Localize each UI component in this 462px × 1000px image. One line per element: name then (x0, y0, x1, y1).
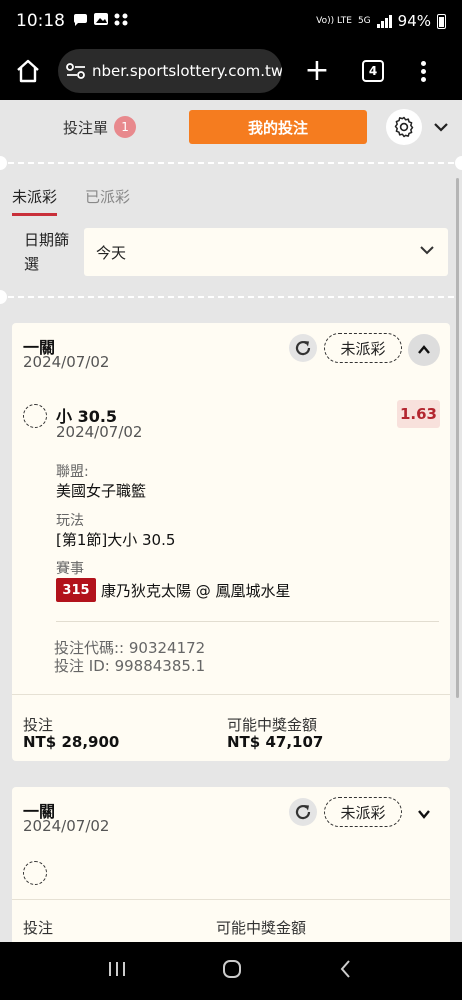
payout-label: 可能中獎金額 (216, 919, 307, 937)
date-filter-select[interactable]: 今天 (84, 228, 448, 276)
collapse-card-button[interactable] (408, 334, 440, 366)
match-label: 賽事 (56, 561, 84, 577)
bet-id: 投注 ID: 99884385.1 (54, 657, 206, 675)
date-filter-label: 日期篩選 (24, 231, 70, 273)
home-icon (17, 59, 39, 83)
play-value: [第1節]大小 30.5 (56, 531, 176, 549)
settings-button[interactable] (386, 109, 422, 145)
expand-card-button[interactable] (408, 798, 440, 830)
league-label: 聯盟: (56, 464, 89, 480)
select-bet-checkbox[interactable] (23, 861, 47, 885)
recent-apps-button[interactable] (106, 959, 128, 983)
top-nav: 投注單 1 我的投注 (0, 100, 462, 156)
stake-label: 投注 (23, 716, 54, 734)
chevron-down-icon (434, 123, 448, 132)
home-button[interactable] (10, 53, 46, 89)
bet-date: 2024/07/02 (23, 353, 110, 371)
betslip-label: 投注單 (63, 118, 109, 137)
system-nav-bar (0, 942, 462, 1000)
tab-settled[interactable]: 已派彩 (85, 186, 130, 216)
home-circle-icon (223, 960, 241, 978)
status-bar: 10:18 Vo)) LTE 5G 94% (0, 0, 462, 42)
scrollbar[interactable] (456, 178, 459, 698)
volte-indicator: Vo)) LTE (316, 15, 352, 26)
overflow-menu-button[interactable] (418, 60, 428, 82)
betslip-tab[interactable]: 投注單 1 (63, 116, 137, 138)
recents-icon (109, 962, 125, 976)
refresh-button[interactable] (289, 798, 317, 826)
match-number-badge: 315 (56, 578, 96, 602)
site-settings-icon[interactable] (66, 62, 86, 80)
back-button[interactable] (336, 958, 356, 984)
gear-icon (394, 116, 414, 138)
tab-switcher-button[interactable]: 4 (362, 60, 384, 82)
new-tab-button[interactable]: + (302, 56, 332, 86)
status-badge: 未派彩 (324, 797, 402, 827)
page-content: 投注單 1 我的投注 未派彩 已派彩 日期篩選 今天 一關 2024/07/02… (0, 100, 462, 942)
chevron-down-icon (418, 810, 430, 819)
my-bets-button[interactable]: 我的投注 (189, 110, 367, 144)
date-filter: 日期篩選 今天 (24, 228, 448, 276)
pick-date: 2024/07/02 (56, 423, 143, 441)
stake-value: NT$ 28,900 (23, 733, 120, 751)
payout-label: 可能中獎金額 (227, 716, 318, 734)
chevron-up-icon (418, 345, 430, 354)
bet-card: 一關 2024/07/02 未派彩 小 30.5 2024/07/02 1.63… (12, 323, 450, 761)
odds-badge: 1.63 (397, 400, 440, 428)
refresh-button[interactable] (289, 334, 317, 362)
network-5g-indicator: 5G (357, 15, 371, 26)
status-badge: 未派彩 (324, 333, 402, 363)
battery-icon (437, 13, 446, 29)
battery-percent: 94% (397, 12, 431, 30)
collapse-header-button[interactable] (432, 118, 450, 140)
date-filter-value: 今天 (96, 243, 127, 262)
refresh-icon (295, 340, 311, 356)
payout-value: NT$ 47,107 (227, 733, 324, 751)
chevron-down-icon (418, 241, 436, 263)
browser-toolbar: nber.sportslottery.com.tw + 4 (0, 42, 462, 100)
bet-date: 2024/07/02 (23, 817, 110, 835)
divider (56, 621, 439, 622)
select-bet-checkbox[interactable] (23, 404, 47, 428)
clock: 10:18 (16, 11, 65, 31)
url-text: nber.sportslottery.com.tw (92, 62, 282, 80)
bet-card-header: 一關 2024/07/02 未派彩 (12, 787, 450, 857)
bet-card-header: 一關 2024/07/02 未派彩 (12, 323, 450, 393)
address-bar[interactable]: nber.sportslottery.com.tw (58, 49, 282, 93)
tab-unsettled[interactable]: 未派彩 (12, 186, 58, 216)
bet-card: 一關 2024/07/02 未派彩 投注 可能中獎金額 (12, 787, 450, 942)
divider (12, 899, 450, 900)
divider (12, 694, 450, 695)
home-nav-button[interactable] (220, 957, 244, 985)
ticket-notch-right (455, 156, 462, 170)
ticket-notch-left (0, 156, 7, 170)
stake-label: 投注 (23, 919, 54, 937)
betslip-count-badge: 1 (114, 116, 137, 138)
match-name: 康乃狄克太陽 @ 鳳凰城水星 (101, 582, 291, 600)
divider (8, 296, 454, 298)
divider (8, 162, 454, 164)
back-icon (340, 960, 350, 978)
notification-icons (73, 11, 135, 31)
chat-icon (73, 13, 128, 26)
refresh-icon (295, 804, 311, 820)
settlement-tabs: 未派彩 已派彩 (12, 186, 130, 216)
play-label: 玩法 (56, 513, 84, 529)
status-right: Vo)) LTE 5G 94% (316, 12, 446, 30)
ticket-notch-left (0, 290, 7, 304)
signal-icon (376, 14, 392, 28)
league-value: 美國女子職籃 (56, 482, 147, 500)
